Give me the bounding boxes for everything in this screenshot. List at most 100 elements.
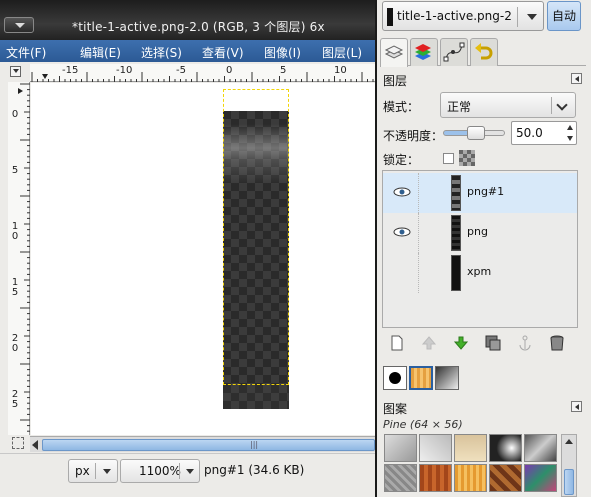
tab-layers[interactable]	[380, 38, 408, 67]
decrement-icon[interactable]	[567, 136, 573, 141]
pattern-swatch[interactable]	[384, 434, 417, 462]
pattern-swatch[interactable]	[384, 464, 417, 492]
patterns-panel-title: 图案	[383, 402, 408, 416]
pattern-swatch[interactable]	[419, 464, 452, 492]
image-selector[interactable]: title-1-active.png-2	[382, 1, 544, 31]
scroll-left-icon[interactable]	[32, 440, 38, 450]
mode-select[interactable]: 正常	[440, 92, 576, 118]
undo-icon	[475, 43, 493, 60]
image-window: *title-1-active.png-2.0 (RGB, 3 个图层) 6x …	[0, 0, 375, 497]
ruler-pointer-icon	[18, 88, 23, 94]
image-selector-value: title-1-active.png-2	[397, 9, 512, 23]
eye-icon[interactable]	[393, 227, 411, 237]
layer-row[interactable]: xpm	[383, 253, 577, 293]
pattern-slot[interactable]	[409, 366, 433, 390]
image-content[interactable]	[223, 89, 289, 409]
opacity-slider-knob[interactable]	[467, 126, 485, 140]
layers-button-bar	[382, 330, 578, 360]
image-canvas[interactable]	[31, 83, 375, 435]
pattern-swatch[interactable]	[524, 464, 557, 492]
anchor-layer-icon[interactable]	[516, 334, 534, 352]
tab-paths[interactable]	[440, 38, 468, 66]
lock-alpha-checkbox[interactable]	[443, 153, 454, 164]
unit-select[interactable]: px	[68, 459, 118, 483]
image-window-titlebar[interactable]: *title-1-active.png-2.0 (RGB, 3 个图层) 6x	[0, 0, 375, 40]
menu-view[interactable]: 查看(V)	[202, 44, 244, 61]
menu-layer[interactable]: 图层(L)	[322, 44, 362, 61]
layer-name[interactable]: xpm	[467, 265, 491, 278]
layer-row[interactable]: png	[383, 213, 577, 253]
horizontal-ruler-ticks	[31, 72, 374, 82]
vertical-ruler[interactable]: 0 5 10 15 20 25	[8, 82, 30, 435]
menu-image[interactable]: 图像(I)	[264, 44, 301, 61]
auto-button[interactable]: 自动	[547, 1, 581, 31]
zoom-value: 1100%	[139, 464, 181, 478]
hruler-label: -10	[116, 65, 133, 76]
menu-edit[interactable]: 编辑(E)	[80, 44, 121, 61]
opacity-value: 50.0	[516, 126, 543, 140]
lock-label: 锁定：	[383, 153, 420, 167]
pattern-swatch[interactable]	[454, 434, 487, 462]
layers-icon	[384, 45, 404, 59]
gradient-slot[interactable]	[435, 366, 459, 390]
scroll-grip-icon: |||	[250, 440, 259, 449]
unit-value: px	[75, 464, 90, 478]
layer-thumbnail	[451, 215, 461, 251]
layers-list[interactable]: png#1 png xpm	[382, 170, 578, 328]
layer-boundary	[223, 89, 289, 385]
delete-layer-icon[interactable]	[548, 334, 566, 352]
pattern-swatch[interactable]	[489, 434, 522, 462]
eye-icon[interactable]	[393, 187, 411, 197]
opacity-slider[interactable]	[443, 126, 505, 140]
scroll-up-icon[interactable]	[565, 439, 573, 444]
patterns-panel-menu-button[interactable]	[571, 401, 582, 412]
layers-panel-menu-button[interactable]	[571, 73, 582, 84]
new-layer-icon[interactable]	[388, 334, 406, 352]
layer-thumbnail	[451, 175, 461, 211]
increment-icon[interactable]	[567, 125, 573, 130]
paths-icon	[443, 42, 465, 62]
vruler-label: 15	[11, 277, 19, 298]
opacity-spinbutton[interactable]: 50.0	[511, 121, 577, 145]
menu-file[interactable]: 文件(F)	[6, 44, 46, 61]
vruler-label: 5	[11, 165, 19, 176]
tab-undo-history[interactable]	[470, 38, 498, 66]
pattern-swatch[interactable]	[454, 464, 487, 492]
hruler-label: 10	[334, 65, 347, 76]
image-window-title: *title-1-active.png-2.0 (RGB, 3 个图层) 6x	[72, 20, 325, 34]
brush-slot[interactable]	[383, 366, 407, 390]
hruler-label: 5	[280, 65, 287, 76]
lower-layer-icon[interactable]	[452, 334, 470, 352]
layer-row[interactable]: png#1	[383, 173, 577, 213]
scrollbar-thumb[interactable]	[42, 439, 375, 451]
vruler-label: 10	[11, 221, 19, 242]
mode-label: 模式：	[383, 100, 420, 114]
patterns-scrollbar[interactable]	[561, 434, 577, 497]
canvas-background	[31, 83, 375, 435]
ruler-pointer-icon	[42, 74, 48, 79]
scrollbar-thumb[interactable]	[564, 469, 574, 495]
chevron-down-icon	[103, 469, 111, 474]
horizontal-ruler[interactable]: -15 -10 -5 0 5 10	[30, 64, 375, 82]
layers-panel-title: 图层	[383, 74, 408, 88]
layer-name[interactable]: png	[467, 225, 488, 238]
chevron-down-icon	[527, 14, 537, 20]
layer-name[interactable]: png#1	[467, 185, 504, 198]
tab-channels[interactable]	[410, 38, 438, 66]
window-menu-button[interactable]	[4, 17, 34, 33]
alpha-checker-icon	[459, 150, 475, 166]
patterns-grid[interactable]	[384, 434, 558, 497]
zoom-select[interactable]: 1100%	[120, 459, 200, 483]
layer-pixels-bottom	[223, 385, 289, 409]
quick-mask-menu-button[interactable]	[10, 66, 21, 77]
raise-layer-icon[interactable]	[420, 334, 438, 352]
dock-tabs	[380, 36, 586, 67]
pattern-swatch[interactable]	[489, 464, 522, 492]
chevron-down-icon	[186, 469, 194, 474]
navigate-icon[interactable]	[12, 437, 24, 449]
duplicate-layer-icon[interactable]	[484, 334, 502, 352]
pattern-swatch[interactable]	[524, 434, 557, 462]
menu-select[interactable]: 选择(S)	[141, 44, 182, 61]
horizontal-scrollbar[interactable]: |||	[30, 436, 375, 452]
pattern-swatch[interactable]	[419, 434, 452, 462]
